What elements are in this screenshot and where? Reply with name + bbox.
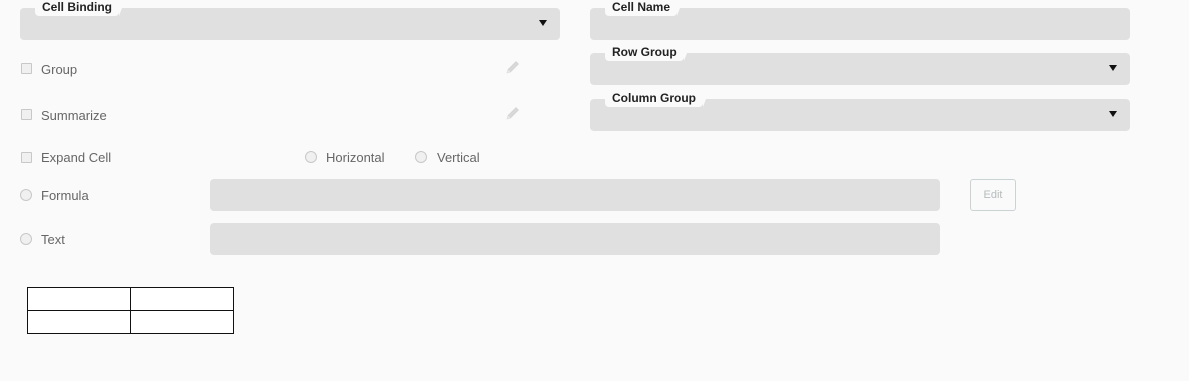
row-group-label: Row Group [605, 45, 690, 61]
group-checkbox[interactable] [21, 63, 32, 74]
text-input[interactable] [210, 223, 940, 255]
formula-label: Formula [41, 188, 89, 203]
pencil-icon[interactable] [505, 105, 521, 121]
table-cell[interactable] [27, 310, 131, 334]
table-cell[interactable] [27, 287, 131, 311]
horizontal-radio[interactable] [305, 151, 317, 163]
summarize-checkbox[interactable] [21, 109, 32, 120]
chevron-down-icon [1109, 65, 1117, 71]
edit-formula-button[interactable]: Edit [970, 179, 1016, 211]
horizontal-label: Horizontal [326, 150, 385, 165]
text-radio[interactable] [20, 233, 32, 245]
chevron-down-icon [1109, 111, 1117, 117]
pencil-icon[interactable] [505, 59, 521, 75]
text-label: Text [41, 232, 65, 247]
column-group-label: Column Group [605, 91, 709, 107]
group-label: Group [41, 62, 78, 77]
table-row [27, 310, 234, 334]
cell-binding-select[interactable]: Cell Binding [20, 0, 560, 40]
chevron-down-icon [539, 20, 547, 26]
vertical-radio[interactable] [415, 151, 427, 163]
cell-name-field[interactable]: Cell Name [590, 0, 1130, 40]
expand-cell-checkbox[interactable] [21, 152, 32, 163]
formula-radio[interactable] [20, 189, 32, 201]
column-group-select[interactable]: Column Group [590, 91, 1130, 131]
vertical-label: Vertical [437, 150, 480, 165]
expand-cell-label: Expand Cell [41, 150, 112, 165]
formula-input[interactable] [210, 179, 940, 211]
cell-preview-table [27, 287, 234, 334]
cell-name-label: Cell Name [605, 0, 684, 16]
table-row [27, 287, 234, 311]
cell-binding-label: Cell Binding [35, 0, 125, 16]
table-cell[interactable] [130, 287, 234, 311]
summarize-label: Summarize [41, 108, 107, 123]
table-cell[interactable] [130, 310, 234, 334]
row-group-select[interactable]: Row Group [590, 45, 1130, 85]
